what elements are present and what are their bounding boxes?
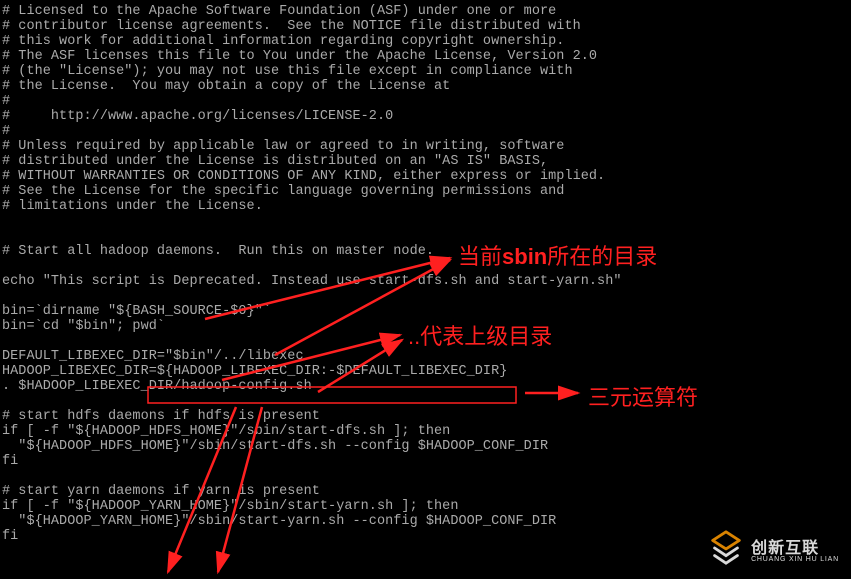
logo-text-en: CHUANG XIN HU LIAN	[751, 556, 839, 563]
annotation-parent-dir: ..代表上级目录	[408, 319, 552, 351]
logo-mark-icon	[707, 529, 745, 567]
watermark-logo: 创新互联 CHUANG XIN HU LIAN	[707, 529, 839, 567]
annotation-ternary: 三元运算符	[588, 380, 698, 412]
annotation-sbin-dir: 当前sbin所在的目录	[458, 239, 657, 271]
logo-text-cn: 创新互联	[751, 534, 839, 558]
shell-script-content: # Licensed to the Apache Software Founda…	[0, 0, 851, 544]
